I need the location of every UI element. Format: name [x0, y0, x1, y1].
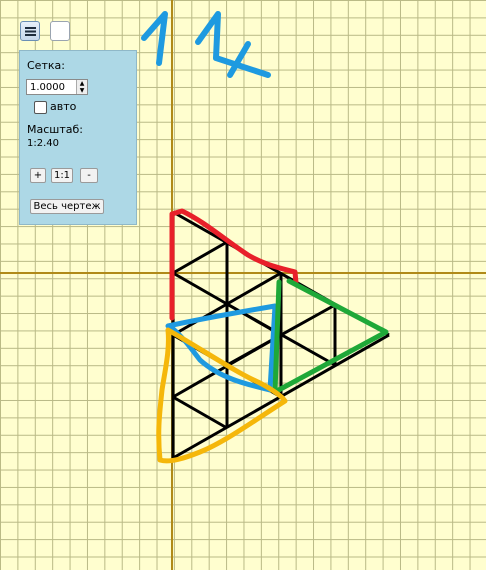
blue-scribble — [141, 11, 271, 78]
chevron-down-icon[interactable]: ▼ — [76, 87, 87, 94]
blank-button[interactable] — [50, 21, 70, 41]
grid-size-stepper[interactable]: ▲ ▼ — [76, 80, 87, 94]
black-triangle-mesh — [171, 210, 390, 460]
zoom-out-button[interactable]: - — [80, 168, 98, 183]
menu-button[interactable] — [20, 21, 40, 41]
hamburger-icon — [24, 26, 36, 36]
zoom-in-button[interactable]: + — [30, 168, 46, 183]
fit-all-button[interactable]: Весь чертеж — [30, 199, 104, 214]
chevron-up-icon[interactable]: ▲ — [76, 80, 87, 87]
auto-checkbox[interactable] — [34, 101, 47, 114]
green-stroke — [272, 278, 389, 395]
auto-label: авто — [50, 100, 77, 113]
settings-panel: Сетка: ▲ ▼ авто Масштаб: 1:2.40 + 1:1 - … — [19, 50, 137, 225]
grid-label: Сетка: — [27, 59, 65, 72]
zoom-reset-button[interactable]: 1:1 — [51, 168, 73, 183]
scale-label: Масштаб: — [27, 123, 83, 136]
scale-value: 1:2.40 — [27, 138, 59, 149]
